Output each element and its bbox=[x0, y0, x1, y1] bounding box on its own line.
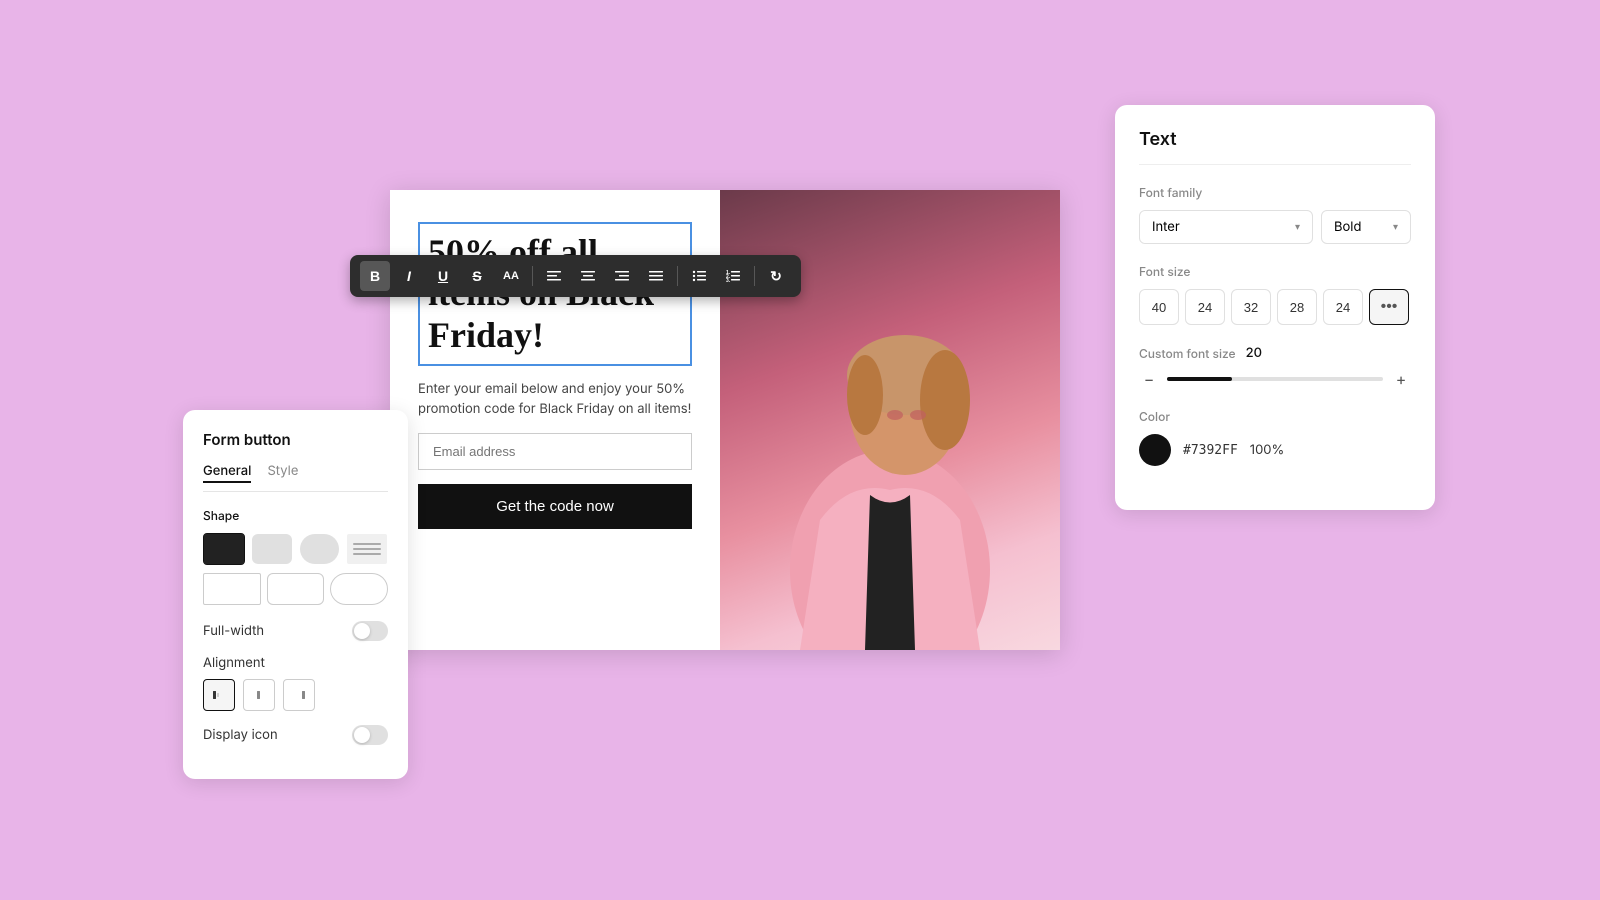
font-size-label: Font size bbox=[1139, 264, 1411, 279]
font-weight-chevron: ▾ bbox=[1393, 221, 1398, 233]
text-format-toolbar: B I U S AA 1.2.3. ↻ bbox=[350, 255, 801, 297]
shape-rounded-sm-filled[interactable] bbox=[251, 533, 293, 565]
custom-font-size-section: Custom font size 20 − + bbox=[1139, 345, 1411, 389]
full-width-row: Full-width bbox=[203, 621, 388, 641]
alignment-label: Alignment bbox=[203, 655, 265, 671]
shape-rect-filled[interactable] bbox=[203, 533, 245, 565]
full-width-toggle[interactable] bbox=[352, 621, 388, 641]
align-center-button[interactable] bbox=[573, 261, 603, 291]
color-row: #7392FF 100% bbox=[1139, 434, 1411, 466]
color-opacity-value: 100% bbox=[1250, 442, 1284, 458]
numbered-list-button[interactable]: 1.2.3. bbox=[718, 261, 748, 291]
align-left-option[interactable] bbox=[203, 679, 235, 711]
shape-grid-row2 bbox=[203, 573, 388, 605]
color-section: Color #7392FF 100% bbox=[1139, 409, 1411, 466]
font-weight-value: Bold bbox=[1334, 219, 1361, 235]
size-btn-40[interactable]: 40 bbox=[1139, 289, 1179, 325]
font-family-select[interactable]: Inter ▾ bbox=[1139, 210, 1313, 244]
tab-general[interactable]: General bbox=[203, 463, 251, 483]
color-label: Color bbox=[1139, 409, 1411, 424]
underline-button[interactable]: U bbox=[428, 261, 458, 291]
text-panel: Text Font family Inter ▾ Bold ▾ Font siz… bbox=[1115, 105, 1435, 510]
font-family-value: Inter bbox=[1152, 219, 1180, 235]
shape-rounded-lg-filled[interactable] bbox=[299, 533, 341, 565]
caps-button[interactable]: AA bbox=[496, 261, 526, 291]
font-family-row: Inter ▾ Bold ▾ bbox=[1139, 210, 1411, 244]
toolbar-divider-2 bbox=[677, 266, 678, 286]
font-family-label: Font family bbox=[1139, 185, 1411, 200]
tab-style[interactable]: Style bbox=[267, 463, 298, 483]
panel-tabs: General Style bbox=[203, 463, 388, 492]
email-input[interactable] bbox=[418, 433, 692, 470]
color-hex-value: #7392FF bbox=[1183, 443, 1238, 458]
display-icon-label: Display icon bbox=[203, 727, 278, 743]
align-justify-button[interactable] bbox=[641, 261, 671, 291]
size-btn-24b[interactable]: 24 bbox=[1323, 289, 1363, 325]
toolbar-divider-1 bbox=[532, 266, 533, 286]
shape-rect-outline[interactable] bbox=[203, 573, 261, 605]
svg-text:3.: 3. bbox=[726, 278, 731, 283]
font-family-section: Font family Inter ▾ Bold ▾ bbox=[1139, 185, 1411, 244]
form-button-panel-title: Form button bbox=[203, 430, 388, 449]
shape-rounded-sm-outline[interactable] bbox=[267, 573, 325, 605]
display-icon-toggle[interactable] bbox=[352, 725, 388, 745]
shape-lines[interactable] bbox=[346, 533, 388, 565]
full-width-label: Full-width bbox=[203, 623, 264, 639]
alignment-row: Alignment bbox=[203, 655, 388, 711]
size-btn-more[interactable]: ••• bbox=[1369, 289, 1409, 325]
font-weight-select[interactable]: Bold ▾ bbox=[1321, 210, 1411, 244]
shape-grid-row1 bbox=[203, 533, 388, 565]
size-btn-28[interactable]: 28 bbox=[1277, 289, 1317, 325]
strikethrough-button[interactable]: S bbox=[462, 261, 492, 291]
font-size-increase-button[interactable]: + bbox=[1391, 369, 1411, 389]
alignment-options bbox=[203, 679, 315, 711]
color-swatch[interactable] bbox=[1139, 434, 1171, 466]
align-right-button[interactable] bbox=[607, 261, 637, 291]
redo-button[interactable]: ↻ bbox=[761, 261, 791, 291]
shape-rounded-lg-outline[interactable] bbox=[330, 573, 388, 605]
bullet-list-button[interactable] bbox=[684, 261, 714, 291]
align-left-button[interactable] bbox=[539, 261, 569, 291]
font-size-section: Font size 40 24 32 28 24 ••• bbox=[1139, 264, 1411, 325]
form-button-panel: Form button General Style Shape Full-wid… bbox=[183, 410, 408, 779]
full-width-toggle-thumb bbox=[354, 623, 370, 639]
font-family-chevron: ▾ bbox=[1295, 221, 1300, 233]
text-panel-title: Text bbox=[1139, 129, 1411, 165]
align-right-option[interactable] bbox=[283, 679, 315, 711]
email-cta-button[interactable]: Get the code now bbox=[418, 484, 692, 529]
font-size-slider-fill bbox=[1167, 377, 1232, 381]
display-icon-row: Display icon bbox=[203, 725, 388, 745]
italic-button[interactable]: I bbox=[394, 261, 424, 291]
display-icon-toggle-thumb bbox=[354, 727, 370, 743]
size-btn-32[interactable]: 32 bbox=[1231, 289, 1271, 325]
custom-size-row: Custom font size 20 bbox=[1139, 345, 1411, 361]
font-size-decrease-button[interactable]: − bbox=[1139, 369, 1159, 389]
toolbar-divider-3 bbox=[754, 266, 755, 286]
shape-section-label: Shape bbox=[203, 508, 388, 523]
bold-button[interactable]: B bbox=[360, 261, 390, 291]
font-size-options: 40 24 32 28 24 ••• bbox=[1139, 289, 1411, 325]
size-btn-24a[interactable]: 24 bbox=[1185, 289, 1225, 325]
custom-size-value: 20 bbox=[1246, 345, 1262, 361]
custom-size-label: Custom font size bbox=[1139, 346, 1236, 361]
email-subtext: Enter your email below and enjoy your 50… bbox=[418, 380, 692, 419]
align-center-option[interactable] bbox=[243, 679, 275, 711]
font-size-slider[interactable] bbox=[1167, 377, 1383, 381]
